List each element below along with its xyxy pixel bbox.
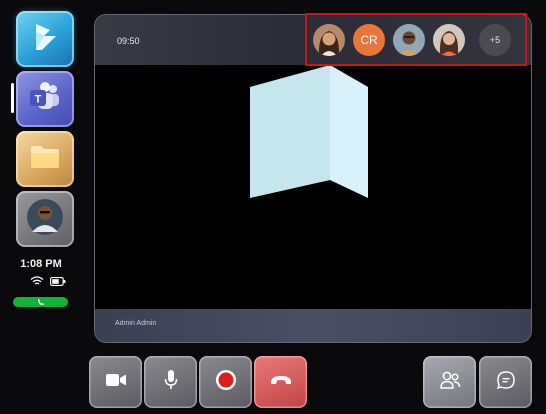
contact-app-tile[interactable] xyxy=(16,191,74,247)
stage-footer: Admin Admin xyxy=(95,309,531,342)
contact-avatar xyxy=(26,198,64,241)
meeting-time: 09:50 xyxy=(117,36,140,46)
dynamics-icon xyxy=(28,20,62,59)
teams-app-tile[interactable]: T xyxy=(16,71,74,127)
active-call-indicator[interactable] xyxy=(13,297,68,307)
participant-avatar[interactable] xyxy=(433,23,465,56)
camera-icon xyxy=(105,372,127,393)
shared-3d-cube xyxy=(250,65,368,198)
people-icon xyxy=(439,370,461,395)
system-clock: 1:08 PM xyxy=(20,258,62,270)
presenter-name: Admin Admin xyxy=(115,320,157,327)
phone-icon xyxy=(37,293,45,311)
microphone-icon xyxy=(164,369,178,396)
camera-button[interactable] xyxy=(89,356,142,408)
dynamics-app-tile[interactable] xyxy=(16,11,74,67)
wifi-icon xyxy=(30,273,44,291)
more-participants-count[interactable]: +5 xyxy=(479,23,511,56)
files-app-tile[interactable] xyxy=(16,131,74,187)
participant-avatar[interactable] xyxy=(313,23,345,56)
chat-button[interactable] xyxy=(479,356,532,408)
participant-initials[interactable]: CR xyxy=(353,23,385,56)
system-status xyxy=(30,273,66,291)
microphone-button[interactable] xyxy=(144,356,197,408)
participants-button[interactable] xyxy=(423,356,476,408)
battery-icon xyxy=(50,273,66,291)
folder-icon xyxy=(29,144,61,175)
hang-up-icon xyxy=(269,373,293,391)
hang-up-button[interactable] xyxy=(254,356,307,408)
record-button[interactable] xyxy=(199,356,252,408)
teams-icon: T xyxy=(27,81,63,118)
active-app-indicator xyxy=(11,83,14,113)
participants-strip[interactable]: CR +5 xyxy=(305,13,527,66)
svg-text:T: T xyxy=(35,93,42,105)
record-icon xyxy=(215,369,237,396)
participant-avatar[interactable] xyxy=(393,23,425,56)
chat-icon xyxy=(496,370,516,395)
